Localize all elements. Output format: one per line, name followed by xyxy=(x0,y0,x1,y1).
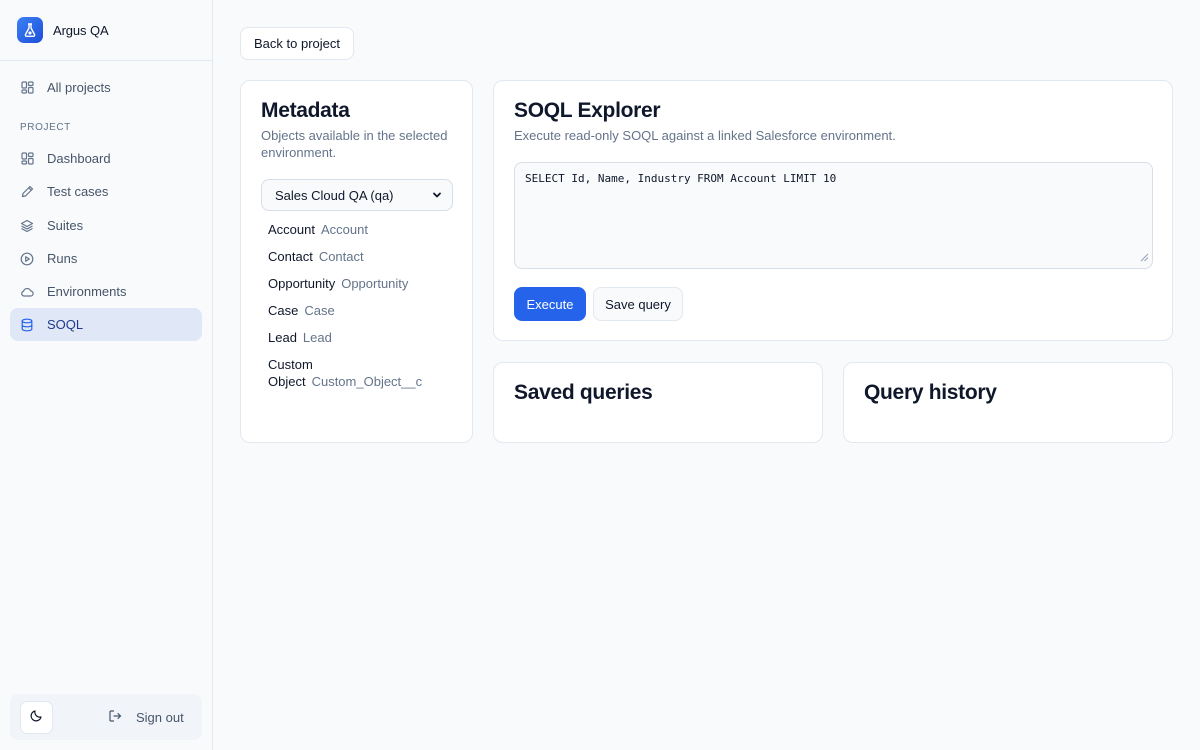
object-api-name: Opportunity xyxy=(341,276,409,291)
log-out-icon xyxy=(108,709,122,726)
object-api-name: Case xyxy=(304,303,335,318)
environment-selected-value: Sales Cloud QA (qa) xyxy=(275,187,394,203)
object-label: Account xyxy=(268,222,315,237)
grid-icon xyxy=(20,152,34,166)
saved-queries-card: Saved queries xyxy=(493,362,823,443)
sidebar: Argus QA All projects PROJECT Dashboard … xyxy=(0,0,213,750)
nav-test-cases[interactable]: Test cases xyxy=(10,175,202,208)
pencil-icon xyxy=(20,185,34,199)
list-item[interactable]: Case Case xyxy=(268,302,458,319)
list-item[interactable]: Custom Object Custom_Object__c xyxy=(268,356,458,390)
nav-runs[interactable]: Runs xyxy=(10,242,202,275)
metadata-subtitle: Objects available in the selected enviro… xyxy=(261,127,447,161)
flask-logo-icon xyxy=(17,17,43,43)
cloud-icon xyxy=(20,285,34,299)
object-api-name: Lead xyxy=(302,330,332,345)
play-circle-icon xyxy=(20,252,34,266)
object-label: Contact xyxy=(268,249,313,264)
object-label: Opportunity xyxy=(268,276,336,291)
nav-label: Runs xyxy=(47,251,78,266)
query-text: SELECT Id, Name, Industry FROM Account L… xyxy=(525,172,837,185)
object-label: Custom xyxy=(268,357,313,372)
metadata-card: Metadata Objects available in the select… xyxy=(240,80,473,443)
nav-all-projects[interactable]: All projects xyxy=(10,71,202,104)
object-label: Object xyxy=(268,374,306,389)
list-item[interactable]: Opportunity Opportunity xyxy=(268,275,458,292)
execute-button[interactable]: Execute xyxy=(514,287,586,321)
sign-out-label: Sign out xyxy=(136,710,184,725)
soql-query-input[interactable]: SELECT Id, Name, Industry FROM Account L… xyxy=(514,162,1153,269)
query-history-card: Query history xyxy=(843,362,1173,443)
soql-explorer-card: SOQL Explorer Execute read-only SOQL aga… xyxy=(493,80,1173,341)
list-item[interactable]: Contact Contact xyxy=(268,248,458,265)
object-api-name: Contact xyxy=(318,249,364,264)
saved-queries-title: Saved queries xyxy=(514,381,653,404)
object-label: Case xyxy=(268,303,299,318)
list-item[interactable]: Lead Lead xyxy=(268,329,458,346)
object-api-name: Account xyxy=(320,222,368,237)
metadata-title: Metadata xyxy=(261,99,350,122)
nav-environments[interactable]: Environments xyxy=(10,275,202,308)
environment-select[interactable]: Sales Cloud QA (qa) xyxy=(261,179,453,211)
nav-label: Test cases xyxy=(47,184,109,199)
nav-label: All projects xyxy=(47,80,111,95)
moon-icon xyxy=(30,709,43,727)
theme-toggle-button[interactable] xyxy=(20,701,53,734)
nav-suites[interactable]: Suites xyxy=(10,209,202,242)
grid-icon xyxy=(20,81,34,95)
list-item[interactable]: Account Account xyxy=(268,221,458,238)
metadata-subtitle-line: environment. xyxy=(261,145,337,160)
explorer-subtitle: Execute read-only SOQL against a linked … xyxy=(514,128,896,143)
brand[interactable]: Argus QA xyxy=(0,0,212,61)
query-history-title: Query history xyxy=(864,381,997,404)
database-icon xyxy=(20,318,34,332)
layers-icon xyxy=(20,219,34,233)
nav-soql[interactable]: SOQL xyxy=(10,308,202,341)
sign-out-button[interactable]: Sign out xyxy=(108,701,184,734)
chevron-down-icon xyxy=(431,189,443,204)
explorer-title: SOQL Explorer xyxy=(514,99,661,122)
nav-label: Suites xyxy=(47,218,84,233)
object-list: Account Account Contact Contact Opportunit… xyxy=(268,221,458,400)
app-name: Argus QA xyxy=(53,22,109,38)
save-query-button[interactable]: Save query xyxy=(593,287,683,321)
back-to-project-button[interactable]: Back to project xyxy=(240,27,354,60)
object-label: Lead xyxy=(268,330,297,345)
nav-label: SOQL xyxy=(47,317,84,332)
nav-label: Dashboard xyxy=(47,151,111,166)
resize-handle-icon[interactable] xyxy=(1139,252,1149,265)
sidebar-footer: Sign out xyxy=(10,694,202,740)
section-label: PROJECT xyxy=(20,122,71,133)
metadata-subtitle-line: Objects available in the selected xyxy=(261,128,448,143)
nav-label: Environments xyxy=(47,284,127,299)
object-api-name: Custom_Object__c xyxy=(311,374,423,389)
nav-dashboard[interactable]: Dashboard xyxy=(10,142,202,175)
